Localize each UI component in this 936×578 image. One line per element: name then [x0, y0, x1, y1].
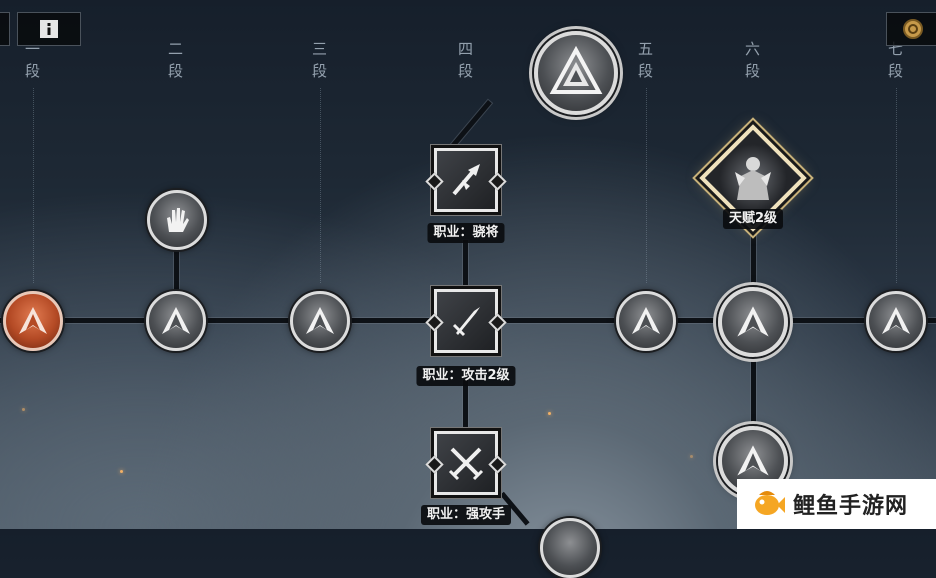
class-strong-label: 职业：强攻手: [420, 505, 512, 525]
stage-suffix: 段: [887, 62, 904, 80]
column-guide: [33, 88, 34, 283]
top-emblem-node[interactable]: [534, 31, 618, 115]
branch-line: [463, 240, 468, 290]
arrow-node-stage-5[interactable]: [616, 291, 676, 351]
node-knob: [425, 172, 444, 191]
class-warlord-label: 职业：骁将: [427, 223, 505, 243]
up-arrow-emblem-icon: [306, 307, 334, 334]
branch-line: [463, 380, 468, 430]
stage-number: 六: [744, 40, 761, 58]
stage-suffix: 段: [637, 62, 654, 80]
up-arrow-emblem-icon: [737, 306, 769, 337]
stage-header-4: 四 段: [446, 38, 486, 82]
stage-header-5: 五 段: [626, 38, 666, 82]
class-warlord-node[interactable]: [425, 148, 507, 212]
stage-header-3: 三 段: [300, 38, 340, 82]
stage-suffix: 段: [311, 62, 328, 80]
halberd-icon: [452, 164, 480, 196]
info-button[interactable]: [17, 12, 81, 46]
stage-suffix: 段: [167, 62, 184, 80]
sparkle: [120, 470, 123, 473]
node-knob: [425, 313, 444, 332]
skill-tree: 一 段 二 段 三 段 四 段 五 段 六 段 七 段 职业：骁将 职业：攻击2…: [0, 0, 936, 578]
up-arrow-emblem-icon: [882, 307, 910, 334]
currency-button[interactable]: [886, 12, 936, 46]
class-attack-node[interactable]: [425, 289, 507, 353]
stage-header-2: 二 段: [156, 38, 196, 82]
node-knob: [488, 455, 507, 474]
class-attack-label: 职业：攻击2级: [416, 366, 516, 386]
crossed-swords-icon: [448, 447, 484, 481]
arrow-node-stage-6[interactable]: [718, 287, 788, 357]
column-guide: [320, 88, 321, 283]
stage-header-6: 六 段: [733, 38, 773, 82]
watermark-text: 鲤鱼手游网: [793, 494, 909, 519]
triangle-emblem-icon: [549, 46, 603, 94]
info-icon: [40, 20, 58, 38]
up-arrow-emblem-icon: [737, 445, 769, 476]
stage-number: 二: [167, 40, 184, 58]
fish-logo-icon: [755, 491, 785, 515]
partial-node-bottom[interactable]: [540, 518, 600, 578]
node-knob: [488, 172, 507, 191]
sword-icon: [452, 307, 480, 337]
sparkle: [690, 455, 693, 458]
sparkle: [548, 412, 551, 415]
arrow-node-stage-3[interactable]: [290, 291, 350, 351]
watermark-banner: 鲤鱼手游网: [737, 479, 936, 529]
stage-suffix: 段: [457, 62, 474, 80]
talent-label: 天赋2级: [722, 209, 784, 229]
column-guide: [896, 88, 897, 283]
up-arrow-emblem-icon: [162, 307, 190, 334]
left-edge-button[interactable]: [0, 12, 10, 46]
stage-number: 三: [311, 40, 328, 58]
node-knob: [488, 313, 507, 332]
stage-suffix: 段: [744, 62, 761, 80]
warrior-portrait-icon: [735, 157, 771, 200]
sparkle: [22, 408, 25, 411]
stage-suffix: 段: [24, 62, 41, 80]
branch-line: [449, 100, 492, 150]
arrow-node-stage-7[interactable]: [866, 291, 926, 351]
arrow-node-stage-1[interactable]: [3, 291, 63, 351]
coin-icon: [903, 19, 923, 39]
arrow-node-stage-2[interactable]: [146, 291, 206, 351]
up-arrow-emblem-icon: [632, 307, 660, 334]
class-strong-node[interactable]: [425, 431, 507, 495]
node-knob: [425, 455, 444, 474]
stage-number: 四: [457, 40, 474, 58]
up-arrow-emblem-icon: [19, 307, 47, 334]
hand-icon: [167, 208, 189, 232]
stage-number: 五: [637, 40, 654, 58]
column-guide: [646, 88, 647, 283]
hand-skill-node[interactable]: [147, 190, 207, 250]
